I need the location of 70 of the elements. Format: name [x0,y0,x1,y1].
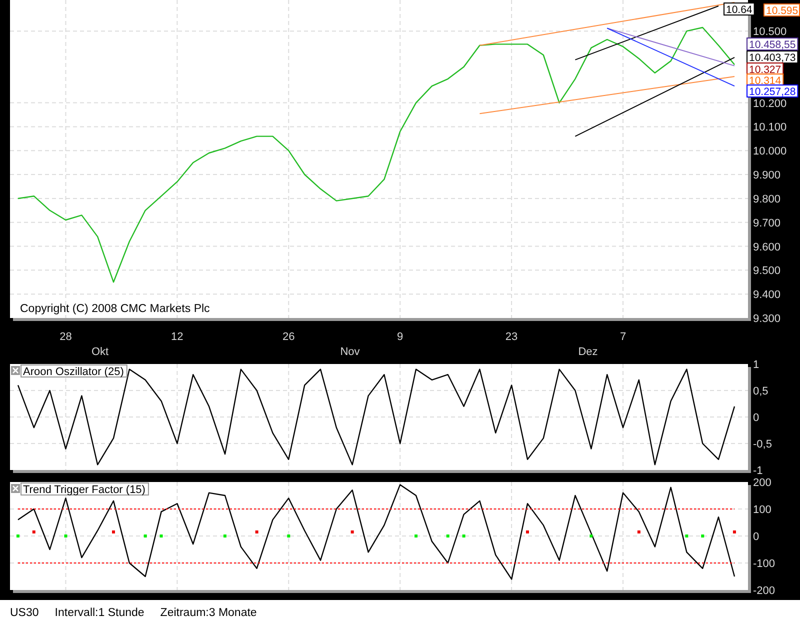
signal-marker [160,534,163,538]
axis-label: 10.000 [753,146,787,158]
trend-line[interactable] [574,56,735,137]
signal-marker [112,530,115,534]
price-tag: 10.595 [764,4,800,17]
axis-label: -200 [753,585,776,597]
axis-label: -0,5 [753,438,772,450]
axis-label: 0 [753,531,760,543]
axis-label: 10.200 [753,98,787,110]
axis-label: 12 [171,331,184,343]
signal-marker [144,534,147,538]
axis-label: 9.500 [753,265,781,278]
period-label: Zeitraum:3 Monate [160,606,257,618]
axis-label: 0,5 [753,386,768,398]
axis-label: -100 [753,558,776,570]
signal-marker [526,530,529,534]
axis-label: 200 [753,477,772,489]
axis-label: 9.700 [753,217,781,230]
indicator-label: Aroon Oszillator (25) [20,364,128,378]
axis-label: 1 [753,359,760,371]
axis-label: 26 [282,331,295,343]
axis-label: 9.600 [753,241,781,254]
axis-label: 9 [397,331,404,343]
price-tag: 10.458,55 [746,38,798,51]
indicator-label: Trend Trigger Factor (15) [20,482,149,496]
chart-title: Aroon Oszillator (25) [23,366,124,378]
axis-label: 0 [753,412,760,424]
axis-label: -1 [753,465,763,476]
trend-line[interactable] [606,28,735,66]
price-tag: 10.327 [746,62,784,76]
close-icon[interactable] [11,484,20,493]
signal-marker [255,530,258,534]
close-icon[interactable] [11,366,20,375]
month-label: Nov [340,346,360,358]
signal-marker [732,530,736,534]
chart-title: Trend Trigger Factor (15) [23,484,146,496]
axis-label: 9.800 [753,193,781,206]
signal-marker [637,530,640,534]
signal-marker [685,534,688,538]
signal-marker [64,534,68,538]
axis-label: 7 [620,331,626,343]
price-tag: 10.314 [746,74,784,87]
signal-marker [590,534,593,538]
price-tag: 10.257,28 [746,84,798,98]
signal-marker [462,534,466,538]
axis-label: 9.400 [753,289,781,302]
month-label: Okt [91,346,109,358]
signal-marker [16,534,20,538]
trend-line[interactable] [606,28,735,87]
price-tag: 10.403,73 [746,50,798,64]
interval-label: Intervall:1 Stunde [54,606,144,618]
signal-marker [287,534,290,538]
signal-marker [701,534,704,538]
symbol-label: US30 [10,606,39,618]
signal-marker [414,534,418,538]
axis-label: 28 [60,331,72,343]
signal-marker [350,530,354,534]
axis-label: 10.100 [753,122,787,134]
signal-marker [446,534,450,538]
axis-label: 100 [753,504,772,516]
axis-label: 9.900 [753,170,781,182]
signal-marker [32,530,36,534]
trend-line[interactable] [574,6,719,60]
month-label: Dez [578,346,598,358]
signal-marker [223,534,226,538]
copyright-text: Copyright (C) 2008 CMC Markets Plc [20,303,210,315]
axis-label: 23 [505,331,518,343]
price-tag: 10.64 [724,2,755,16]
axis-label: 9.300 [753,313,781,325]
axis-label: 10.500 [753,26,787,38]
